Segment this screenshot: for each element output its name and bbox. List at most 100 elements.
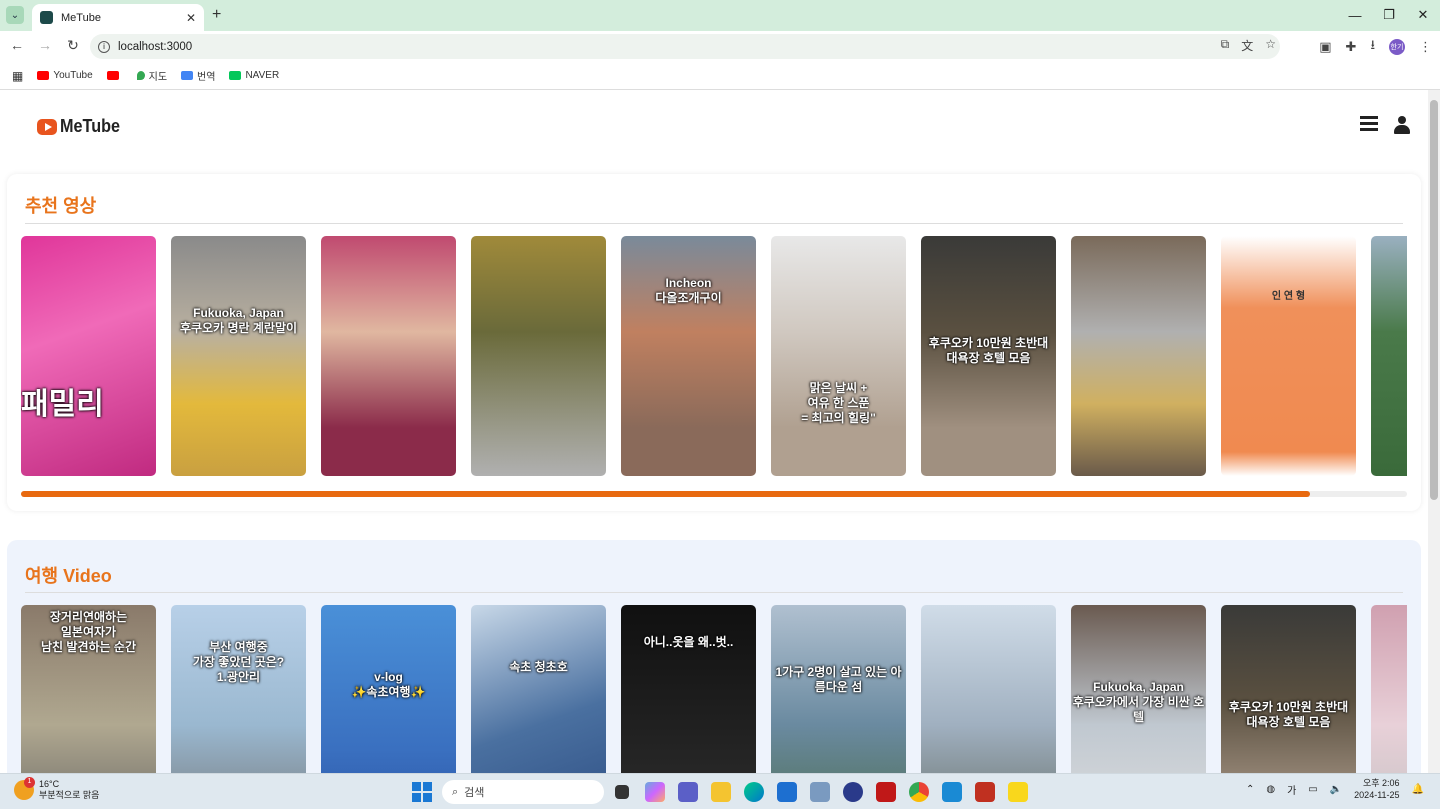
thumbnail-caption: 장거리연애하는 일본여자가 남친 발견하는 순간	[41, 610, 136, 654]
metube-logo[interactable]: MeTube	[37, 116, 127, 137]
thumbnail-caption: v-log ✨속초여행✨	[351, 670, 426, 699]
travel-section: 여행 Video 장거리연애하는 일본여자가 남친 발견하는 순간 부산 여행중 …	[7, 540, 1421, 773]
url-text: localhost:3000	[118, 40, 193, 53]
edge-icon[interactable]	[744, 782, 764, 802]
bookmark-maps[interactable]: 지도	[136, 68, 167, 83]
clock[interactable]: 오후 2:06 2024-11-25	[1354, 778, 1399, 801]
video-carousel[interactable]: 장거리연애하는 일본여자가 남친 발견하는 순간 부산 여행중 가장 좋았던 곳은…	[21, 605, 1407, 773]
thumbnail-caption: Fukuoka, Japan 후쿠오카 명란 계란말이	[179, 306, 298, 335]
bookmark-youtube[interactable]: YouTube	[37, 70, 93, 81]
video-thumbnail-card[interactable]	[1071, 236, 1206, 476]
page-scrollbar[interactable]	[1428, 90, 1440, 773]
address-bar[interactable]: i localhost:3000	[90, 34, 1280, 59]
notification-badge: 1	[24, 776, 35, 788]
back-icon[interactable]: ←	[8, 37, 26, 54]
store-icon[interactable]	[777, 782, 797, 802]
scrollbar-thumb[interactable]	[1430, 100, 1438, 500]
video-thumbnail-card[interactable]: Fukuoka, Japan 후쿠오카 명란 계란말이	[171, 236, 306, 476]
site-info-icon[interactable]: i	[98, 40, 110, 53]
tab-search-icon[interactable]: ⌄	[6, 6, 24, 24]
app-c-icon[interactable]	[843, 782, 863, 802]
chevron-up-icon[interactable]: ⌃	[1246, 784, 1254, 795]
video-thumbnail-card[interactable]	[1371, 236, 1407, 476]
minimize-icon[interactable]: —	[1338, 0, 1372, 30]
video-thumbnail-card[interactable]	[471, 236, 606, 476]
volume-icon[interactable]: 🔈	[1330, 784, 1342, 795]
close-tab-icon[interactable]: ✕	[186, 11, 196, 25]
ime-indicator[interactable]: 가	[1287, 782, 1296, 797]
video-thumbnail-card[interactable]: 속초 청초호	[471, 605, 606, 773]
install-app-icon[interactable]: ⧉	[1221, 37, 1230, 54]
thumbnail-caption: 인 연 형	[1271, 291, 1306, 302]
reload-icon[interactable]: ↻	[64, 37, 82, 54]
video-thumbnail-card[interactable]: 아니..옷을 왜..벗..	[621, 605, 756, 773]
vscode-icon[interactable]	[942, 782, 962, 802]
carousel-scroll-progress[interactable]	[21, 491, 1407, 497]
taskbar-search[interactable]: ⌕ 검색	[442, 780, 604, 804]
recommended-section: 추천 영상 패밀리 Fukuoka, Japan 후쿠오카 명란 계란말이 Inch…	[7, 174, 1421, 511]
bookmarks-bar: ▦ YouTube 지도 번역 NAVER	[0, 62, 1440, 90]
mcafee-icon[interactable]	[876, 782, 896, 802]
browser-chrome: ⌄ MeTube ✕ + — ❐ ✕ ← → ↻ i localhost:300…	[0, 0, 1440, 90]
windows-start-icon[interactable]	[412, 782, 432, 802]
thumbnail-caption: 맑은 날씨 + 여유 한 스푼 = 최고의 힐링"	[801, 381, 876, 425]
bookmark-star-icon[interactable]: ☆	[1265, 37, 1276, 54]
file-explorer-icon[interactable]	[711, 782, 731, 802]
video-thumbnail-card[interactable]: Incheon 다올조개구이	[621, 236, 756, 476]
bookmark-translate[interactable]: 번역	[181, 68, 215, 83]
video-carousel[interactable]: 패밀리 Fukuoka, Japan 후쿠오카 명란 계란말이 Incheon 다올…	[21, 236, 1407, 476]
network-icon[interactable]: ◍	[1266, 784, 1275, 795]
new-tab-icon[interactable]: +	[212, 6, 221, 24]
download-icon[interactable]: ⭳	[1370, 36, 1375, 58]
translate-icon[interactable]: 文	[1241, 37, 1253, 54]
display-icon[interactable]: ▭	[1308, 784, 1317, 795]
extensions-icon[interactable]: ✚	[1346, 39, 1357, 55]
restore-icon[interactable]: ❐	[1372, 0, 1406, 30]
copilot-icon[interactable]	[645, 782, 665, 802]
video-thumbnail-card[interactable]: 장거리연애하는 일본여자가 남친 발견하는 순간	[21, 605, 156, 773]
video-thumbnail-card[interactable]: 부산 여행중 가장 좋았던 곳은? 1.광안리	[171, 605, 306, 773]
youtube-icon	[106, 71, 119, 80]
notification-bell-icon[interactable]: 🔔	[1412, 784, 1424, 795]
video-thumbnail-card[interactable]	[321, 236, 456, 476]
video-thumbnail-card[interactable]: 후쿠오카 10만원 초반대 대욕장 호텔 모음	[1221, 605, 1356, 773]
video-thumbnail-card[interactable]: Fukuoka, Japan 후쿠오카에서 가장 비싼 호텔	[1071, 605, 1206, 773]
user-account-icon[interactable]	[1394, 116, 1410, 134]
forward-icon[interactable]: →	[36, 37, 54, 54]
close-window-icon[interactable]: ✕	[1406, 0, 1440, 30]
metube-favicon-icon	[40, 11, 53, 24]
menu-dots-icon[interactable]: ⋮	[1419, 39, 1432, 55]
tab-bar: ⌄ MeTube ✕ + — ❐ ✕	[0, 0, 1440, 31]
video-thumbnail-card[interactable]: 인 연 형	[1221, 236, 1356, 476]
naver-icon	[229, 71, 242, 80]
chrome-icon[interactable]	[909, 782, 929, 802]
list-menu-icon[interactable]	[1360, 116, 1378, 132]
profile-avatar[interactable]: 한기	[1389, 39, 1405, 55]
thumbnail-caption: 속초 청초호	[509, 660, 568, 674]
task-view-icon[interactable]	[615, 785, 629, 799]
video-thumbnail-card[interactable]: 맑은 날씨 + 여유 한 스푼 = 최고의 힐링"	[771, 236, 906, 476]
weather-widget[interactable]: 1 16°C 부분적으로 맑음	[14, 776, 100, 801]
thumbnail-caption: 후쿠오카 10만원 초반대 대욕장 호텔 모음	[928, 336, 1049, 365]
app-red-icon[interactable]	[975, 782, 995, 802]
side-panel-icon[interactable]: ▣	[1319, 39, 1331, 55]
video-thumbnail-card[interactable]: v-log ✨속초여행✨	[321, 605, 456, 773]
video-thumbnail-card[interactable]: 패밀리	[21, 236, 156, 476]
weather-desc: 부분적으로 맑음	[39, 789, 100, 800]
section-title: 추천 영상	[25, 196, 97, 216]
teams-icon[interactable]	[678, 782, 698, 802]
bookmark-youtube-2[interactable]	[106, 71, 123, 80]
weather-sun-icon: 1	[14, 776, 35, 800]
apps-grid-icon[interactable]: ▦	[12, 69, 23, 83]
bookmark-naver[interactable]: NAVER	[229, 70, 279, 81]
video-thumbnail-card[interactable]	[1371, 605, 1407, 773]
kakaotalk-icon[interactable]	[1008, 782, 1028, 802]
progress-fill	[21, 491, 1310, 497]
tab-metube[interactable]: MeTube ✕	[32, 4, 204, 31]
settings-gear-icon[interactable]	[810, 782, 830, 802]
weather-temp: 16°C	[39, 779, 60, 789]
video-thumbnail-card[interactable]: 후쿠오카 10만원 초반대 대욕장 호텔 모음	[921, 236, 1056, 476]
page-content: MeTube 추천 영상 패밀리 Fukuoka, Japan 후쿠오카 명란 계…	[0, 90, 1428, 773]
video-thumbnail-card[interactable]	[921, 605, 1056, 773]
video-thumbnail-card[interactable]: 1가구 2명이 살고 있는 아름다운 섬	[771, 605, 906, 773]
